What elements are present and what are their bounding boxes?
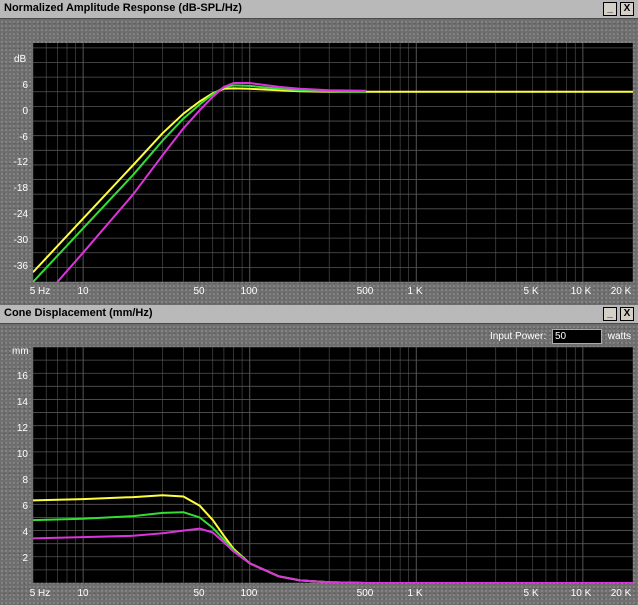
y-tick: -36	[13, 261, 28, 272]
input-power-label: Input Power:	[490, 331, 547, 343]
x-tick: 5 Hz	[29, 286, 51, 297]
series-line-2	[33, 511, 633, 583]
x-tick: 100	[240, 286, 258, 297]
y-tick: 6	[22, 80, 28, 91]
y-tick: 4	[22, 527, 28, 538]
amplitude-panel: Normalized Amplitude Response (dB-SPL/Hz…	[0, 0, 638, 305]
x-tick: 5 Hz	[29, 588, 51, 599]
displacement-chart	[33, 347, 633, 583]
x-tick: 1 K	[407, 588, 423, 599]
x-tick: 500	[356, 286, 374, 297]
x-tick: 100	[240, 588, 258, 599]
input-power-control: Input Power: watts	[490, 329, 631, 344]
displacement-y-unit: mm	[12, 346, 29, 357]
close-button[interactable]: X	[620, 2, 634, 16]
displacement-titlebar: Cone Displacement (mm/Hz) _ X	[0, 305, 638, 324]
displacement-plot-area[interactable]	[33, 347, 633, 583]
x-tick: 1 K	[407, 286, 423, 297]
close-button[interactable]: X	[620, 307, 634, 321]
x-tick: 5 K	[523, 588, 539, 599]
y-tick: 8	[22, 475, 28, 486]
minimize-button[interactable]: _	[603, 2, 617, 16]
y-tick: 2	[22, 553, 28, 564]
x-tick: 20 K	[610, 588, 632, 599]
y-tick: 10	[16, 449, 28, 460]
y-tick: -24	[13, 209, 28, 220]
series-line-3	[33, 527, 633, 583]
y-tick: 12	[16, 423, 28, 434]
y-tick: -30	[13, 235, 28, 246]
x-tick: 10	[77, 588, 89, 599]
y-tick: 16	[16, 371, 28, 382]
input-power-field[interactable]	[551, 329, 602, 344]
x-tick: 500	[356, 588, 374, 599]
x-tick: 50	[193, 286, 205, 297]
x-tick: 10 K	[570, 588, 592, 599]
amplitude-y-unit: dB	[14, 54, 27, 65]
amplitude-chart	[33, 43, 633, 282]
y-tick: 0	[22, 106, 28, 117]
displacement-title: Cone Displacement (mm/Hz)	[4, 307, 153, 319]
input-power-unit: watts	[607, 331, 632, 343]
x-tick: 20 K	[610, 286, 632, 297]
amplitude-plot-area[interactable]	[33, 43, 633, 282]
y-tick: 6	[22, 501, 28, 512]
series-line-1	[33, 87, 633, 273]
y-tick: -12	[13, 157, 28, 168]
x-tick: 5 K	[523, 286, 539, 297]
y-tick: -18	[13, 183, 28, 194]
amplitude-title: Normalized Amplitude Response (dB-SPL/Hz…	[4, 2, 242, 14]
series-line-3	[56, 82, 367, 282]
minimize-button[interactable]: _	[603, 307, 617, 321]
x-tick: 10 K	[570, 286, 592, 297]
y-tick: 14	[16, 397, 28, 408]
x-tick: 10	[77, 286, 89, 297]
displacement-panel: Cone Displacement (mm/Hz) _ X Input Powe…	[0, 305, 638, 605]
amplitude-titlebar: Normalized Amplitude Response (dB-SPL/Hz…	[0, 0, 638, 19]
y-tick: -6	[19, 132, 28, 143]
x-tick: 50	[193, 588, 205, 599]
